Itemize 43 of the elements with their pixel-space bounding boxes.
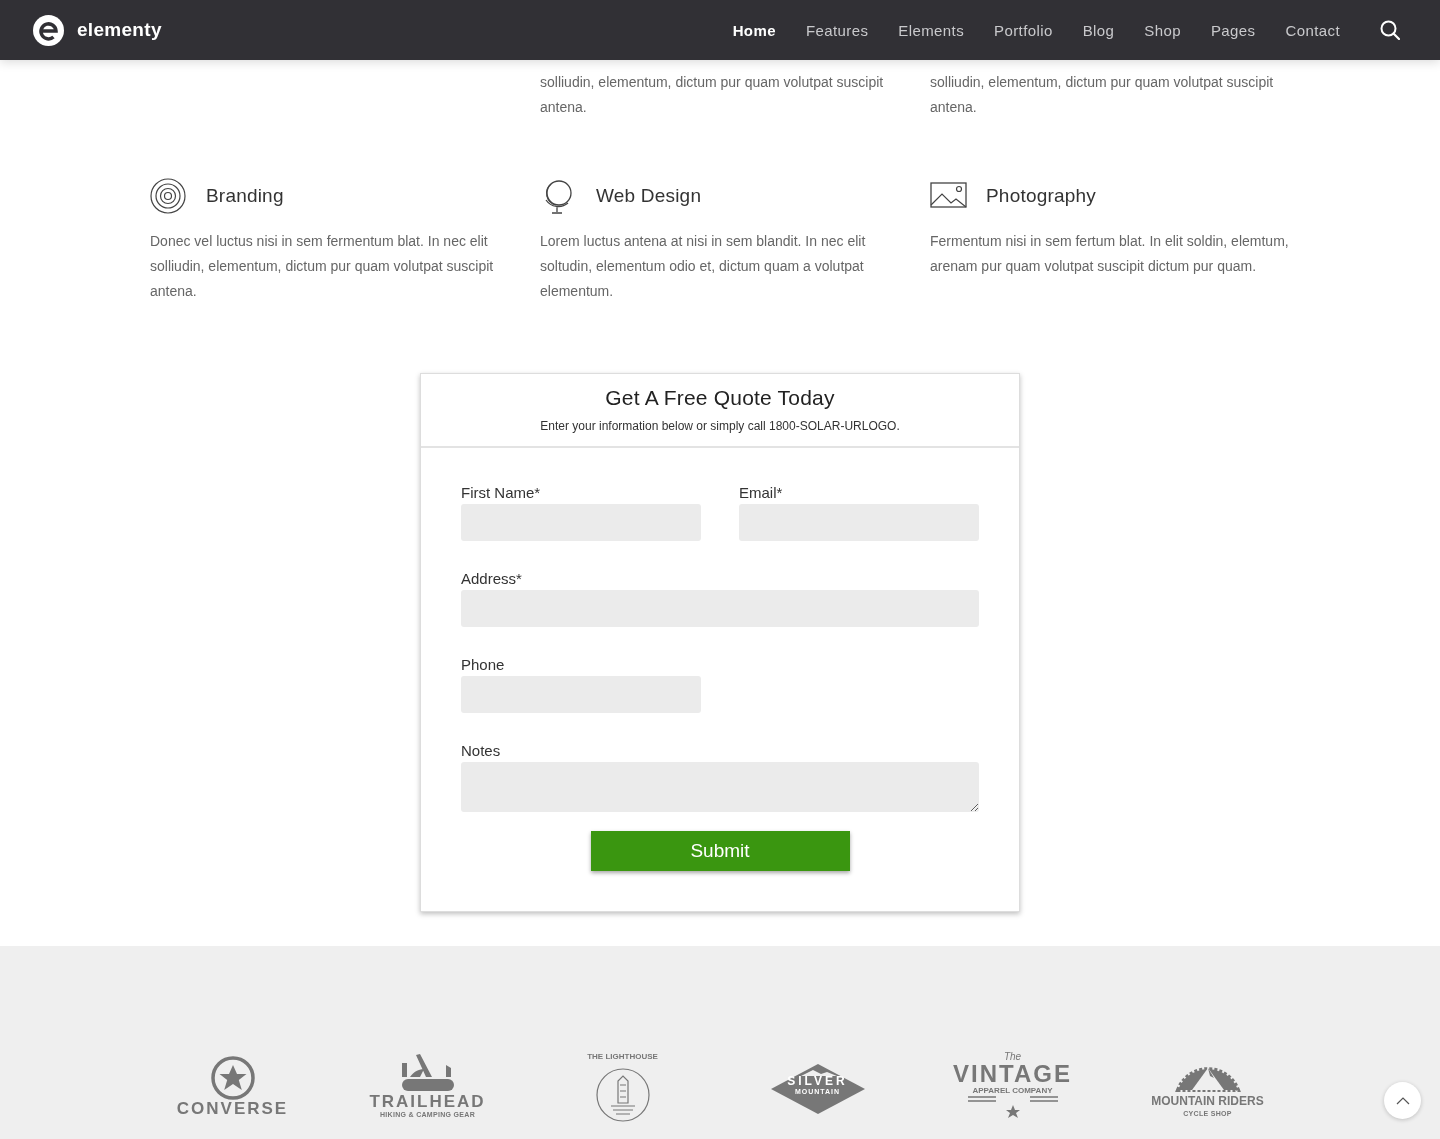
service-title: Branding: [206, 185, 284, 207]
logo-text: TRAILHEAD: [369, 1093, 486, 1111]
nav-link[interactable]: Home: [732, 21, 776, 39]
field-label: Email*: [739, 484, 784, 501]
service-title: Web Design: [596, 185, 702, 207]
service-text: Fermentum nisi in sem fertum blat. In elit soldin, elemtum, arenam pur quam volutpat suscipit dictum pur quam.: [930, 232, 1290, 276]
nav-link[interactable]: Shop: [1144, 21, 1181, 39]
logo-text: VINTAGE: [953, 1062, 1072, 1086]
scroll-top-button[interactable]: [1384, 1082, 1421, 1119]
chevron-up-icon: [1395, 1096, 1410, 1105]
nav-link[interactable]: Contact: [1285, 21, 1340, 39]
nav-link[interactable]: Pages: [1210, 21, 1256, 39]
service-text: Donec vel luctus nisi in sem fermentum blat. In nec elit solliudin, elementum, dictum pur quam volutpat suscipit antena.: [150, 232, 495, 301]
nav-link[interactable]: Features: [805, 21, 869, 39]
service-text: Lorem luctus antena at nisi in sem blandit. In nec elit soltudin, elementum odio et, dictum quam a volutpat elementum.: [540, 232, 867, 301]
logo-icon: [33, 14, 64, 46]
knife-icon: [399, 1053, 456, 1093]
logo-text: The: [1003, 1052, 1022, 1062]
form-title: Get A Free Quote Today: [604, 386, 836, 410]
field-label: First Name*: [461, 484, 542, 501]
form-subtitle: Enter your information below or simply call 1800-SOLAR-URLOGO.: [539, 419, 901, 433]
nav-link[interactable]: Elements: [898, 21, 965, 39]
nav-link[interactable]: Portfolio: [994, 21, 1053, 39]
notes-field[interactable]: [461, 762, 979, 812]
nav-link[interactable]: Blog: [1082, 21, 1115, 39]
logo-text: MOUNTAIN RIDERS: [1151, 1093, 1264, 1110]
field-label: Notes: [461, 742, 502, 759]
submit-button[interactable]: Submit: [590, 831, 850, 871]
brand-logo[interactable]: elementy: [33, 14, 162, 46]
logo-text: SILVER: [787, 1075, 848, 1088]
service-text: solliudin, elementum, dictum pur quam volutpat suscipit antena.: [540, 73, 885, 117]
star-icon: [967, 1095, 1058, 1119]
search-icon[interactable]: [1380, 20, 1400, 40]
logo-text: THE LIGHTHOUSE: [587, 1052, 658, 1061]
logo-text: CONVERSE: [176, 1100, 289, 1118]
logo-text: APPAREL COMPANY: [972, 1086, 1053, 1095]
field-label: Phone: [461, 656, 506, 673]
diamond-icon: [770, 1064, 865, 1114]
brand-name: elementy: [77, 19, 162, 41]
service-text: solliudin, elementum, dictum pur quam volutpat suscipit antena.: [930, 73, 1275, 117]
field-label: Address*: [461, 570, 523, 587]
rings-icon: [150, 178, 187, 214]
service-title: Photography: [986, 185, 1096, 207]
